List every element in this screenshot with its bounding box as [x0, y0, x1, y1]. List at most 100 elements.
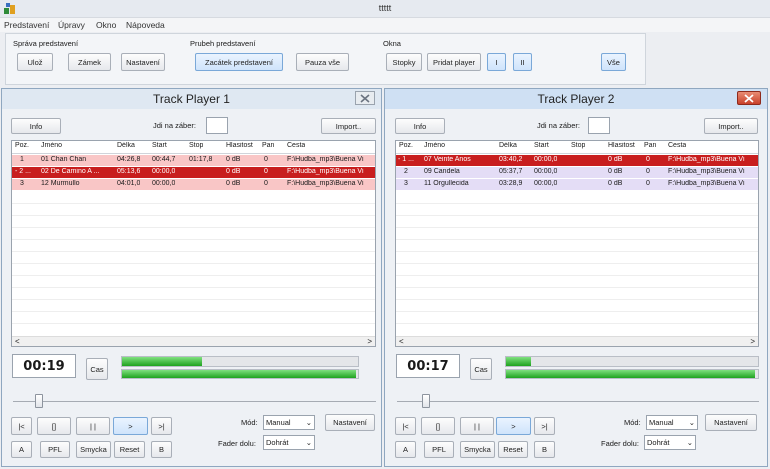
mode-select[interactable]: Manual ⌄ [263, 415, 315, 430]
col-header-pan[interactable]: Pan [644, 142, 656, 149]
col-header-length[interactable]: Délka [499, 142, 517, 149]
fader-select[interactable]: Dohrát ⌄ [263, 435, 315, 450]
horizontal-scrollbar[interactable]: < > [12, 336, 375, 346]
player-2-button[interactable]: II [513, 53, 532, 71]
col-header-volume[interactable]: Hlasitost [226, 142, 253, 149]
col-header-length[interactable]: Délka [117, 142, 135, 149]
scroll-left-icon[interactable]: < [15, 337, 20, 346]
pause-button[interactable]: | | [76, 417, 110, 435]
scroll-left-icon[interactable]: < [399, 337, 404, 346]
col-header-stop[interactable]: Stop [189, 142, 203, 149]
reset-button[interactable]: Reset [114, 441, 145, 458]
fader-label: Fader dolu: [601, 439, 639, 448]
grid-line [396, 251, 758, 252]
col-header-volume[interactable]: Hlasitost [608, 142, 635, 149]
fader-select[interactable]: Dohrát ⌄ [644, 435, 696, 450]
grid-line [396, 263, 758, 264]
start-show-button[interactable]: Zacátek predstavení [195, 53, 283, 71]
reset-button[interactable]: Reset [498, 441, 528, 458]
settings-button[interactable]: Nastavení [121, 53, 165, 71]
b-button[interactable]: B [534, 441, 555, 458]
grid-header: Poz. Jméno Délka Start Stop Hlasitost Pa… [396, 141, 758, 154]
lock-button[interactable]: Zámek [68, 53, 111, 71]
slider-thumb[interactable] [35, 394, 43, 408]
cell-volume: 0 dB [226, 168, 241, 175]
player-1-button[interactable]: I [487, 53, 506, 71]
scroll-right-icon[interactable]: > [750, 337, 755, 346]
pause-all-button[interactable]: Pauza vše [296, 53, 349, 71]
import-button[interactable]: Import.. [321, 118, 376, 134]
add-player-button[interactable]: Pridat player [427, 53, 481, 71]
info-button[interactable]: Info [395, 118, 445, 134]
close-icon[interactable] [737, 91, 761, 105]
loop-button[interactable]: Smycka [76, 441, 111, 458]
chevron-down-icon: ⌄ [688, 418, 695, 427]
meter-fill [506, 357, 532, 366]
skip-start-button[interactable]: |< [11, 417, 32, 435]
col-header-name[interactable]: Jméno [424, 142, 445, 149]
player-settings-button[interactable]: Nastavení [325, 414, 375, 431]
group-title-okna: Okna [383, 39, 401, 48]
slider-thumb[interactable] [422, 394, 430, 408]
col-header-name[interactable]: Jméno [41, 142, 62, 149]
cell-volume: 0 dB [226, 180, 241, 187]
table-row[interactable]: 3 12 Murmullo 04:01,0 00:00,0 0 dB 0 F:\… [12, 179, 375, 190]
grid-line [12, 311, 375, 312]
col-header-stop[interactable]: Stop [571, 142, 585, 149]
cell-path: F:\Hudba_mp3\Buena Vi [668, 180, 745, 187]
a-button[interactable]: A [395, 441, 416, 458]
skip-start-button[interactable]: |< [395, 417, 416, 435]
menu-item-upravy[interactable]: Úpravy [58, 20, 85, 30]
col-header-path[interactable]: Cesta [668, 142, 686, 149]
a-button[interactable]: A [11, 441, 32, 458]
pfl-button[interactable]: PFL [40, 441, 70, 458]
cell-pan: 0 [646, 156, 650, 163]
cell-name: 02 De Camino A ... [41, 168, 100, 175]
info-button[interactable]: Info [11, 118, 61, 134]
all-windows-button[interactable]: Vše [601, 53, 626, 71]
col-header-start[interactable]: Start [534, 142, 549, 149]
col-header-path[interactable]: Cesta [287, 142, 305, 149]
b-button[interactable]: B [151, 441, 172, 458]
position-slider[interactable] [13, 401, 376, 402]
stopwatch-button[interactable]: Stopky [386, 53, 422, 71]
play-button[interactable]: > [496, 417, 531, 435]
table-row[interactable]: 1 01 Chan Chan 04:26,8 00:44,7 01:17,8 0… [12, 155, 375, 166]
stop-button[interactable]: [] [37, 417, 71, 435]
mode-select[interactable]: Manual ⌄ [646, 415, 698, 430]
cell-name: 07 Veinte Anos [424, 156, 471, 163]
col-header-pan[interactable]: Pan [262, 142, 274, 149]
player-settings-button[interactable]: Nastavení [705, 414, 757, 431]
goto-input[interactable] [588, 117, 610, 134]
table-row[interactable]: 2 09 Candela 05:37,7 00:00,0 0 dB 0 F:\H… [396, 167, 758, 178]
menu-item-predstaveni[interactable]: Predstavení [4, 20, 49, 30]
grid-line [12, 263, 375, 264]
skip-end-button[interactable]: >| [151, 417, 172, 435]
table-row[interactable]: - 1 ... 07 Veinte Anos 03:40,2 00:00,0 0… [396, 155, 758, 166]
col-header-pos[interactable]: Poz. [15, 142, 29, 149]
stop-button[interactable]: [] [421, 417, 455, 435]
cas-button[interactable]: Cas [470, 358, 492, 380]
menu-item-napoveda[interactable]: Nápoveda [126, 20, 165, 30]
col-header-pos[interactable]: Poz. [399, 142, 413, 149]
goto-input[interactable] [206, 117, 228, 134]
scroll-right-icon[interactable]: > [367, 337, 372, 346]
save-button[interactable]: Ulož [17, 53, 53, 71]
horizontal-scrollbar[interactable]: < > [396, 336, 758, 346]
skip-end-button[interactable]: >| [534, 417, 555, 435]
close-icon[interactable] [355, 91, 375, 105]
menu-bar: Predstavení Úpravy Okno Nápoveda [0, 18, 770, 32]
time-display: 00:17 [396, 354, 460, 378]
col-header-start[interactable]: Start [152, 142, 167, 149]
table-row[interactable]: 3 11 Orgullecida 03:28,9 00:00,0 0 dB 0 … [396, 179, 758, 190]
pfl-button[interactable]: PFL [424, 441, 454, 458]
cas-button[interactable]: Cas [86, 358, 108, 380]
table-row[interactable]: - 2 ... 02 De Camino A ... 05:13,6 00:00… [12, 167, 375, 178]
position-slider[interactable] [397, 401, 759, 402]
grid-line [396, 227, 758, 228]
play-button[interactable]: > [113, 417, 148, 435]
pause-button[interactable]: | | [460, 417, 494, 435]
loop-button[interactable]: Smycka [460, 441, 495, 458]
menu-item-okno[interactable]: Okno [96, 20, 116, 30]
import-button[interactable]: Import.. [704, 118, 758, 134]
